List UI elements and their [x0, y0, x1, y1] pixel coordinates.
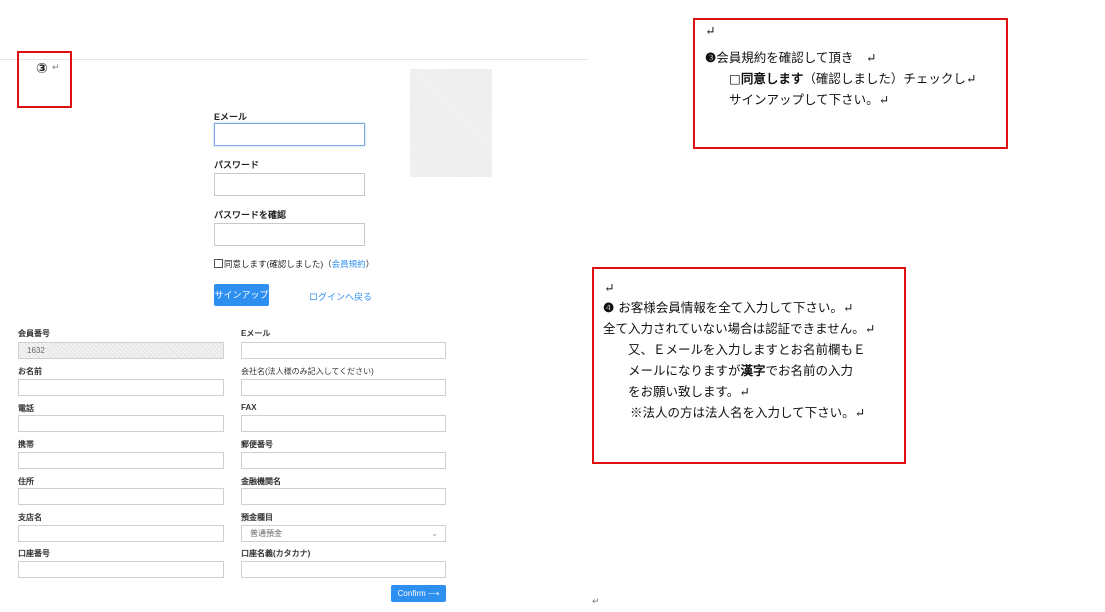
address-label: 住所	[18, 477, 34, 486]
account-no-label: 口座番号	[18, 549, 50, 558]
note4-line3: 又、Ｅメールを入力しますとお名前欄もＥ	[628, 342, 866, 357]
header-divider	[0, 59, 588, 60]
paragraph-mark: ↵	[705, 23, 716, 38]
password-label: パスワード	[214, 160, 260, 170]
note3-line2: □同意します（確認しました）チェックし↵	[729, 71, 977, 86]
branch-label: 支店名	[18, 513, 42, 522]
step4-note-box: ↵ ❹ お客様会員情報を全て入力して下さい。↵ 全て入力されていない場合は認証で…	[592, 267, 906, 464]
confirm-password-input[interactable]	[214, 223, 365, 246]
signup-button[interactable]: サインアップ	[214, 284, 269, 306]
account-type-value: 普通預金	[250, 529, 282, 538]
note4-line1: ❹ お客様会員情報を全て入力して下さい。↵	[603, 300, 854, 315]
agree-label: 同意します(確認しました)（	[224, 259, 332, 269]
agree-row: 同意します(確認しました)（会員規約）	[214, 258, 374, 270]
confirm-button[interactable]: Confirm ⟶	[391, 585, 446, 602]
checkbox-glyph: □	[729, 71, 741, 86]
phone-input[interactable]	[18, 415, 224, 432]
password-input[interactable]	[214, 173, 365, 196]
account-no-input[interactable]	[18, 561, 224, 578]
chevron-down-icon: ⌄	[431, 529, 438, 538]
note4-line2: 全て入力されていない場合は認証できません。↵	[603, 321, 876, 336]
note4-line6: ※法人の方は法人名を入力して下さい。↵	[630, 405, 866, 420]
mobile-label: 携帯	[18, 440, 34, 449]
address-input[interactable]	[18, 488, 224, 505]
agree-label-close: ）	[365, 259, 375, 269]
fax-label: FAX	[241, 403, 257, 412]
paragraph-mark: ↵	[52, 63, 60, 73]
note4-line4: メールになりますが漢字でお名前の入力	[628, 363, 854, 378]
step3-note-marker: ❸	[705, 50, 717, 65]
step3-marker-box: ③ ↵	[17, 51, 72, 108]
account-name-label: 口座名義(カタカナ)	[241, 549, 311, 558]
name-input[interactable]	[18, 379, 224, 396]
confirm-password-label: パスワードを確認	[214, 210, 287, 220]
note4-line5: をお願い致します。↵	[628, 384, 750, 399]
back-to-login-link[interactable]: ログインへ戻る	[309, 290, 372, 303]
note3-line1: ❸会員規約を確認して頂き ↵	[705, 50, 877, 65]
postal-code-label: 郵便番号	[241, 440, 273, 449]
bank-name-input[interactable]	[241, 488, 446, 505]
account-name-input[interactable]	[241, 561, 446, 578]
bank-name-label: 金融機関名	[241, 477, 281, 486]
company-label: 会社名(法人様のみ記入してください)	[241, 367, 374, 376]
fax-input[interactable]	[241, 415, 446, 432]
paragraph-mark: ↵	[604, 280, 615, 295]
member-no-field: 1632	[18, 342, 224, 359]
account-type-select[interactable]: 普通預金 ⌄	[241, 525, 446, 542]
step3-note-box: ↵ ❸会員規約を確認して頂き ↵ □同意します（確認しました）チェックし↵ サイ…	[693, 18, 1008, 149]
mobile-input[interactable]	[18, 452, 224, 469]
captcha-placeholder-image	[410, 69, 492, 177]
phone-label: 電話	[18, 404, 34, 413]
note3-line3: サインアップして下さい。↵	[729, 92, 890, 107]
branch-input[interactable]	[18, 525, 224, 542]
member-email-label: Eメール	[241, 329, 271, 338]
email-label: Eメール	[214, 112, 248, 122]
paragraph-mark: ↵	[592, 597, 600, 607]
member-email-input[interactable]	[241, 342, 446, 359]
account-type-label: 預金種目	[241, 513, 273, 522]
company-input[interactable]	[241, 379, 446, 396]
name-label: お名前	[18, 367, 42, 376]
postal-code-input[interactable]	[241, 452, 446, 469]
step3-marker: ③	[36, 61, 48, 77]
terms-link[interactable]: 会員規約	[332, 259, 366, 269]
email-input[interactable]	[214, 123, 365, 146]
member-no-label: 会員番号	[18, 329, 50, 338]
agree-checkbox[interactable]	[214, 259, 223, 268]
step4-note-marker: ❹	[603, 300, 615, 315]
